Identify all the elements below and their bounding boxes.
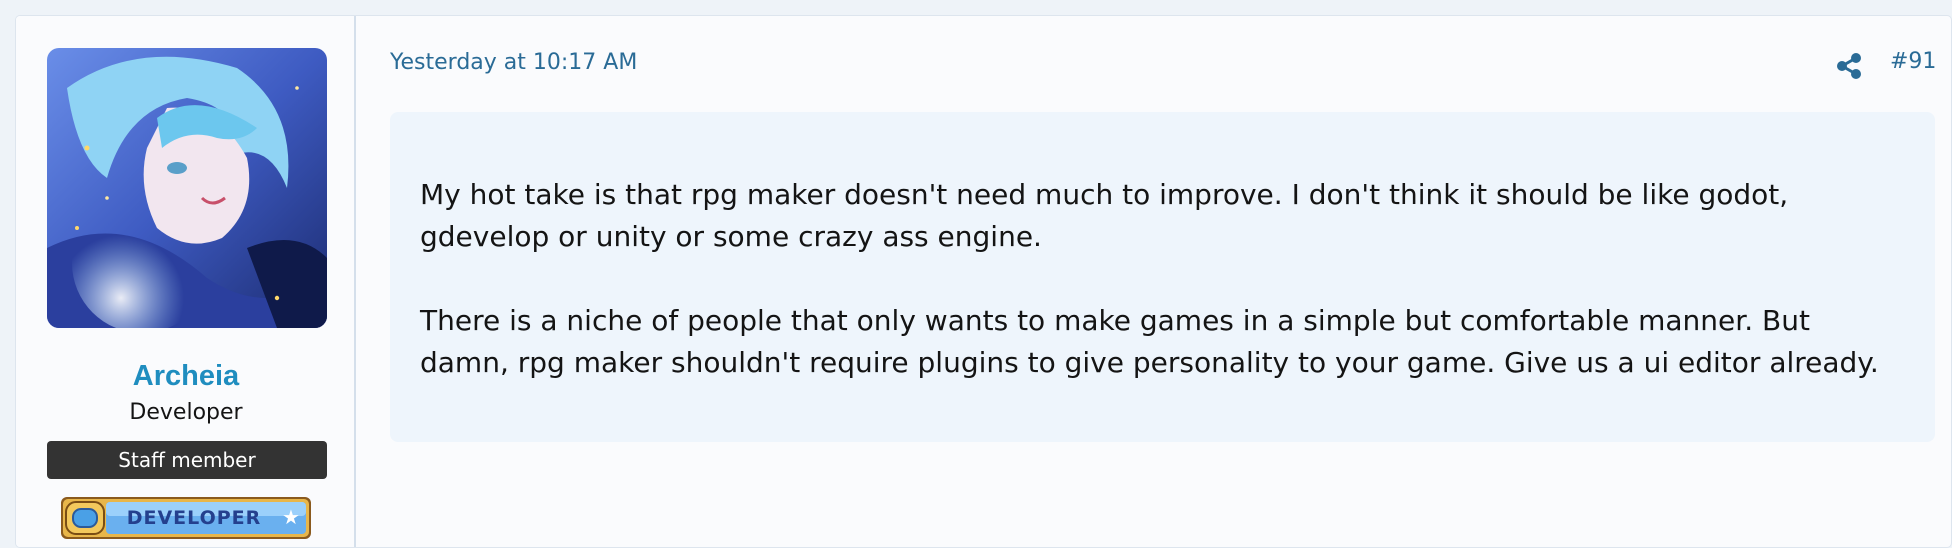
post-paragraph: There is a niche of people that only wan… [420, 304, 1879, 379]
share-icon[interactable] [1836, 52, 1862, 80]
avatar-image [47, 48, 327, 328]
developer-banner-label: DEVELOPER [126, 507, 262, 529]
user-avatar[interactable] [47, 48, 327, 328]
post-paragraph: My hot take is that rpg maker doesn't ne… [420, 178, 1789, 253]
post-number-link[interactable]: #91 [1890, 49, 1936, 74]
post-user-cell: Archeia Developer Staff member DEVELOPER… [16, 16, 356, 547]
star-icon: ★ [282, 505, 300, 529]
staff-member-badge: Staff member [47, 441, 327, 479]
post-content: My hot take is that rpg maker doesn't ne… [390, 112, 1935, 442]
forum-post: Archeia Developer Staff member DEVELOPER… [15, 15, 1952, 548]
user-title: Developer [129, 400, 243, 425]
username-link[interactable]: Archeia [16, 360, 356, 393]
post-main-cell: Yesterday at 10:17 AM #91 My hot take is… [358, 16, 1951, 547]
post-timestamp-link[interactable]: Yesterday at 10:17 AM [390, 50, 637, 75]
developer-banner: DEVELOPER ★ [60, 496, 312, 540]
